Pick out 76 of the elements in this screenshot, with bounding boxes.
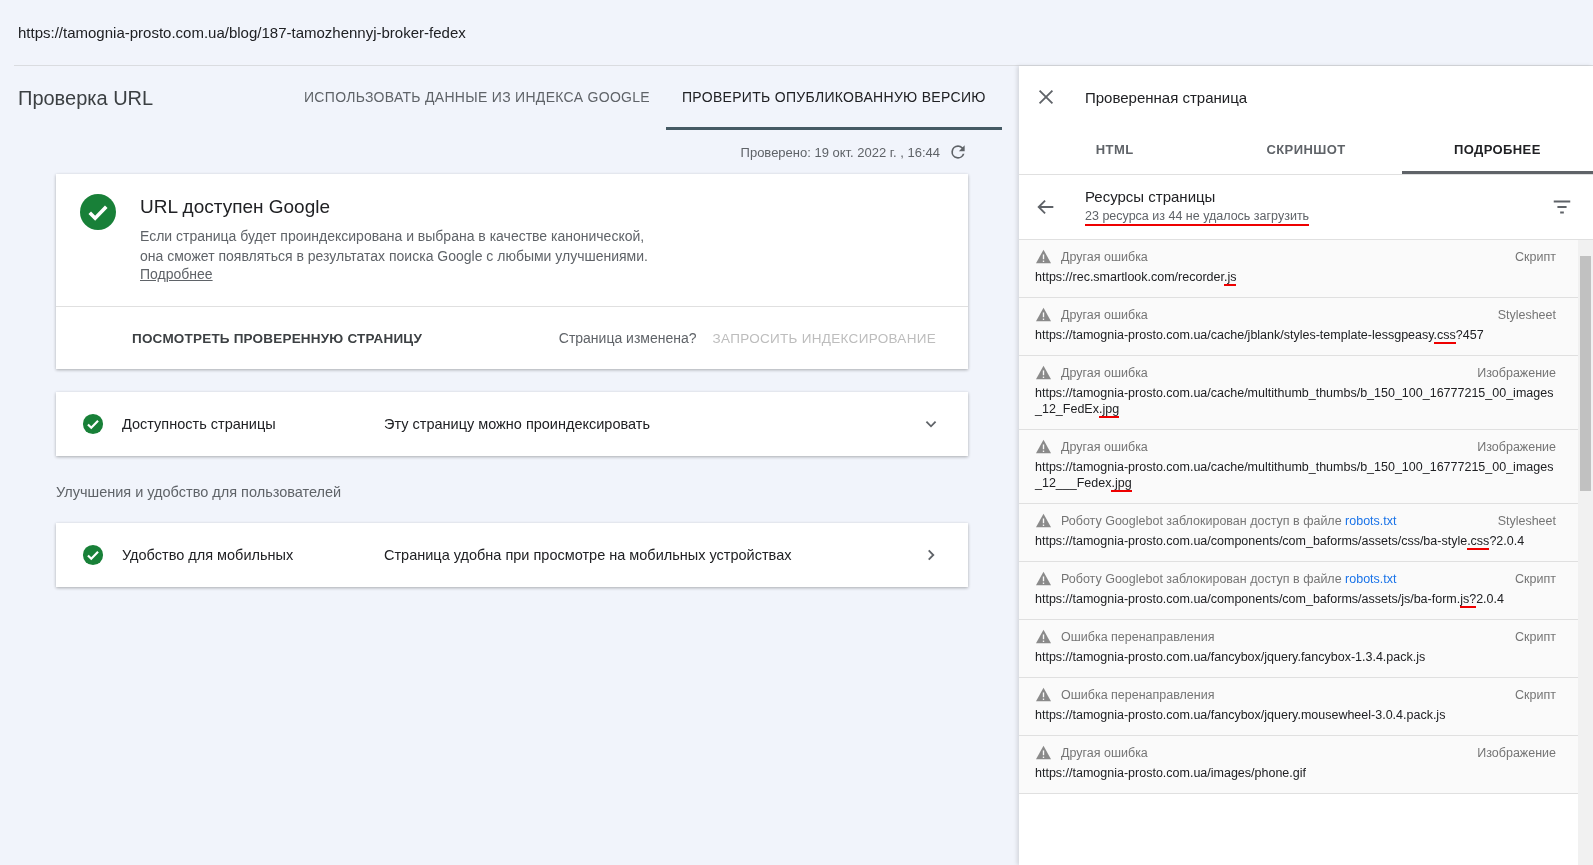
enhancement-label: Удобство для мобильных [122, 547, 295, 563]
warning-icon [1035, 307, 1052, 322]
checked-time: Проверено: 19 окт. 2022 г. , 16:44 [740, 144, 940, 160]
resource-url: https://tamognia-prosto.com.ua/cache/multithumb_thumbs/b_150_100_16777215_00_images_12___Fedex.jpg [1035, 459, 1555, 491]
error-reason: Ошибка перенаправления [1061, 687, 1216, 702]
resource-url: https://tamognia-prosto.com.ua/cache/multithumb_thumbs/b_150_100_16777215_00_images_12_FedEx.jpg [1035, 385, 1555, 417]
check-circle-icon [80, 194, 116, 230]
resource-row[interactable]: Другая ошибка Изображение https://tamognia-prosto.com.ua/images/phone.gif [1019, 736, 1578, 794]
warning-icon [1035, 629, 1052, 644]
error-reason: Ошибка перенаправления [1061, 629, 1216, 644]
error-reason: Другая ошибка [1061, 307, 1149, 322]
section-heading: Улучшения и удобство для пользователей [56, 484, 343, 500]
error-reason: Другая ошибка [1061, 365, 1149, 380]
error-reason: Другая ошибка [1061, 439, 1149, 454]
section-title: Ресурсы страницы [1085, 188, 1217, 205]
scrollbar[interactable] [1578, 240, 1593, 865]
resource-url: https://tamognia-prosto.com.ua/images/phone.gif [1035, 765, 1307, 781]
scrollbar-thumb[interactable] [1580, 256, 1591, 491]
warning-icon [1035, 249, 1052, 264]
warning-icon [1035, 745, 1052, 760]
resource-url: https://tamognia-prosto.com.ua/cache/jblank/styles-template-lessgpeasy.css?457 [1035, 327, 1485, 343]
learn-more-link[interactable]: Подробнее [140, 266, 213, 282]
failed-resources-summary: 23 ресурса из 44 не удалось загрузить [1085, 209, 1310, 226]
check-row[interactable]: Доступность страницы Эту страницу можно проиндексировать [56, 392, 968, 456]
resource-url: https://tamognia-prosto.com.ua/fancybox/jquery.fancybox-1.3.4.pack.js [1035, 649, 1427, 665]
robots-txt-link[interactable]: robots.txt [1345, 571, 1397, 586]
status-title: URL доступен Google [140, 196, 331, 218]
warning-icon [1035, 687, 1052, 702]
warning-icon [1035, 439, 1052, 454]
enhancement-result: Страница удобна при просмотре на мобильных устройствах [384, 547, 793, 563]
resource-type: Изображение [1477, 365, 1556, 380]
refresh-icon[interactable] [948, 142, 968, 162]
check-circle-icon [82, 544, 104, 566]
resource-type: Скрипт [1515, 629, 1556, 644]
resource-type: Stylesheet [1497, 307, 1556, 322]
check-label: Доступность страницы [122, 416, 277, 432]
tab[interactable]: ПРОВЕРИТЬ ОПУБЛИКОВАННУЮ ВЕРСИЮ [666, 66, 1002, 130]
resource-url: https://rec.smartlook.com/recorder.js [1035, 269, 1238, 285]
resource-row[interactable]: Другая ошибка Изображение https://tamognia-prosto.com.ua/cache/multithumb_thumbs/b_150_100_16777215_00_images_12___Fedex.jpg [1019, 430, 1578, 504]
resource-row[interactable]: Другая ошибка Скрипт https://rec.smartlook.com/recorder.js [1019, 240, 1578, 298]
warning-icon [1035, 365, 1052, 380]
resource-row[interactable]: Другая ошибка Изображение https://tamognia-prosto.com.ua/cache/multithumb_thumbs/b_150_100_16777215_00_images_12_FedEx.jpg [1019, 356, 1578, 430]
warning-icon [1035, 513, 1052, 528]
tab[interactable]: ПОДРОБНЕЕ [1401, 128, 1593, 174]
resource-type: Stylesheet [1497, 513, 1556, 528]
resource-row[interactable]: Роботу Googlebot заблокирован доступ в файле robots.txt Скрипт https://tamognia-prosto.com.ua/components/com_baforms/assets/js/ba-form.js?2.0.4 [1019, 562, 1578, 620]
resource-type: Изображение [1477, 745, 1556, 760]
tab[interactable]: HTML [1019, 128, 1211, 174]
tab[interactable]: ИСПОЛЬЗОВАТЬ ДАННЫЕ ИЗ ИНДЕКСА GOOGLE [288, 66, 666, 130]
page-title: Проверка URL [18, 86, 155, 110]
resource-type: Скрипт [1515, 687, 1556, 702]
robots-txt-link[interactable]: robots.txt [1345, 513, 1397, 528]
error-reason: Другая ошибка [1061, 249, 1149, 264]
resource-row[interactable]: Роботу Googlebot заблокирован доступ в файле robots.txt Stylesheet https://tamognia-prosto.com.ua/components/com_baforms/assets/css/ba-style.css?2.0.4 [1019, 504, 1578, 562]
page-changed-prompt: Страница изменена? [558, 330, 697, 346]
view-tested-page-button[interactable]: ПОСМОТРЕТЬ ПРОВЕРЕННУЮ СТРАНИЦУ [124, 324, 430, 352]
check-circle-icon [82, 413, 104, 435]
status-description: Если страница будет проиндексирована и выбрана в качестве канонической, она сможет появляться в результатах поиска Google с любыми улучшениями. [140, 227, 648, 266]
warning-icon [1035, 571, 1052, 586]
resource-row[interactable]: Другая ошибка Stylesheet https://tamognia-prosto.com.ua/cache/jblank/styles-template-lessgpeasy.css?457 [1019, 298, 1578, 356]
resource-url: https://tamognia-prosto.com.ua/fancybox/jquery.mousewheel-3.0.4.pack.js [1035, 707, 1447, 723]
resource-url: https://tamognia-prosto.com.ua/components/com_baforms/assets/css/ba-style.css?2.0.4 [1035, 533, 1526, 549]
check-result: Эту страницу можно проиндексировать [384, 416, 651, 432]
error-reason: Другая ошибка [1061, 745, 1149, 760]
tab[interactable]: СКРИНШОТ [1210, 128, 1402, 174]
error-reason: Роботу Googlebot заблокирован доступ в файле robots.txt [1061, 571, 1398, 586]
page-url: https://tamognia-prosto.com.ua/blog/187-tamozhennyj-broker-fedex [18, 24, 466, 41]
resource-row[interactable]: Ошибка перенаправления Скрипт https://tamognia-prosto.com.ua/fancybox/jquery.mousewheel-3.0.4.pack.js [1019, 678, 1578, 736]
enhancement-row[interactable]: Удобство для мобильных Страница удобна при просмотре на мобильных устройствах [56, 523, 968, 587]
resource-type: Скрипт [1515, 249, 1556, 264]
panel-title: Проверенная страница [1085, 88, 1248, 106]
error-reason: Роботу Googlebot заблокирован доступ в файле robots.txt [1061, 513, 1398, 528]
resource-url: https://tamognia-prosto.com.ua/components/com_baforms/assets/js/ba-form.js?2.0.4 [1035, 591, 1505, 607]
resource-row[interactable]: Ошибка перенаправления Скрипт https://tamognia-prosto.com.ua/fancybox/jquery.fancybox-1.3.4.pack.js [1019, 620, 1578, 678]
resource-type: Изображение [1477, 439, 1556, 454]
resource-type: Скрипт [1515, 571, 1556, 586]
